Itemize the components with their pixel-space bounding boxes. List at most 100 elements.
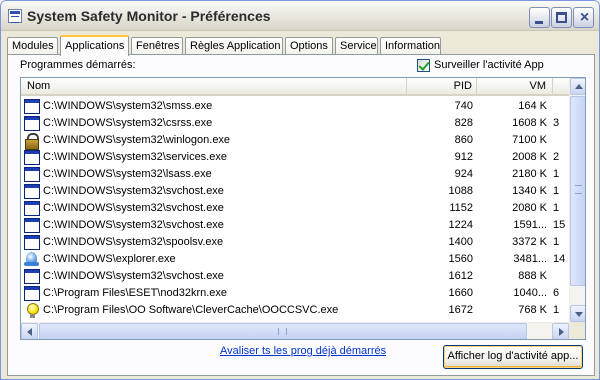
list-item[interactable]: C:\WINDOWS\system32\spoolsv.exe 1400 3372 … [21, 234, 569, 251]
arrow-right-icon [559, 328, 564, 336]
program-pid: 1560 [448, 253, 473, 265]
window-title: System Safety Monitor - Préférences [27, 8, 271, 24]
scroll-left-button[interactable] [21, 323, 38, 339]
window-icon [24, 150, 40, 165]
list-item[interactable]: C:\WINDOWS\system32\svchost.exe 1088 1340 … [21, 183, 569, 200]
list-rows: C:\WINDOWS\system32\smss.exe 740 164 K C:\W… [21, 98, 569, 322]
approve-started-programs-link[interactable]: Avaliser ts les prog déjà démarrés [220, 345, 386, 357]
list-item[interactable]: C:\WINDOWS\system32\svchost.exe 1224 1591.… [21, 217, 569, 234]
window-icon [24, 167, 40, 182]
program-path: C:\Program Files\ESET\nod32krn.exe [43, 287, 228, 299]
list-item[interactable]: C:\WINDOWS\system32\smss.exe 740 164 K [21, 98, 569, 115]
checkbox-checked-icon[interactable] [417, 59, 430, 72]
title-bar[interactable]: System Safety Monitor - Préférences × [1, 1, 599, 31]
column-header-vm[interactable]: VM [477, 78, 553, 96]
programs-list[interactable]: Nom PID VM C:\WINDOWS\system32\smss.exe 7… [20, 77, 586, 340]
list-item[interactable]: C:\WINDOWS\system32\svchost.exe 1152 2080 … [21, 200, 569, 217]
program-extra-column: 3 [553, 117, 560, 129]
program-pid: 828 [454, 117, 473, 129]
column-header-extra[interactable] [553, 78, 569, 96]
tab-information[interactable]: Information [380, 37, 441, 55]
list-item[interactable]: C:\WINDOWS\system32\lsass.exe 924 2180 K 1 [21, 166, 569, 183]
scroll-up-button[interactable] [570, 78, 585, 95]
minimize-button[interactable] [529, 7, 550, 28]
horizontal-scroll-thumb[interactable] [39, 323, 527, 339]
window-icon [24, 218, 40, 233]
program-pid: 1672 [448, 304, 473, 316]
program-path: C:\WINDOWS\system32\svchost.exe [43, 185, 224, 197]
close-button[interactable]: × [573, 7, 594, 28]
program-extra-column: 1 [553, 202, 560, 214]
preferences-window: System Safety Monitor - Préférences × Mo… [0, 0, 600, 380]
close-icon: × [579, 9, 590, 26]
window-icon [24, 116, 40, 131]
program-path: C:\WINDOWS\system32\lsass.exe [43, 168, 212, 180]
vertical-scrollbar[interactable] [569, 78, 585, 322]
lock-icon [24, 133, 40, 150]
list-item[interactable]: C:\WINDOWS\explorer.exe 1560 3481... 14 [21, 251, 569, 268]
program-extra-column: 6 [553, 287, 560, 299]
program-extra-column: 15 [553, 219, 566, 231]
tab-applications[interactable]: Applications [60, 35, 129, 56]
program-path: C:\WINDOWS\system32\spoolsv.exe [43, 236, 224, 248]
scroll-down-button[interactable] [570, 305, 585, 322]
program-path: C:\WINDOWS\system32\svchost.exe [43, 202, 224, 214]
window-icon [24, 235, 40, 250]
list-item[interactable]: C:\Program Files\OO Software\CleverCache… [21, 302, 569, 319]
programs-label: Programmes démarrés: [20, 59, 136, 71]
program-path: C:\WINDOWS\system32\services.exe [43, 151, 227, 163]
program-vm: 1340 K [512, 185, 547, 197]
program-extra-column: 2 [553, 151, 560, 163]
program-vm: 3481... [513, 253, 547, 265]
list-item[interactable]: C:\WINDOWS\system32\csrss.exe 828 1608 K 3 [21, 115, 569, 132]
list-item[interactable]: C:\WINDOWS\system32\services.exe 912 2008 … [21, 149, 569, 166]
arrow-up-icon [575, 84, 583, 89]
program-path: C:\WINDOWS\system32\svchost.exe [43, 270, 224, 282]
program-extra-column: 1 [553, 168, 560, 180]
program-vm: 768 K [518, 304, 547, 316]
arrow-down-icon [575, 312, 583, 317]
program-pid: 740 [454, 100, 473, 112]
horizontal-scrollbar[interactable] [21, 322, 569, 339]
tab-fenetres[interactable]: Fenêtres [131, 37, 183, 55]
column-header-pid[interactable]: PID [407, 78, 477, 96]
program-vm: 1591... [513, 219, 547, 231]
list-item[interactable]: C:\WINDOWS\system32\svchost.exe 1612 888 K [21, 268, 569, 285]
bulb-icon [24, 303, 40, 318]
show-activity-log-button[interactable]: Afficher log d'activité app... [443, 345, 583, 369]
program-path: C:\WINDOWS\system32\smss.exe [43, 100, 213, 112]
tab-regles-application[interactable]: Règles Application [185, 37, 283, 55]
program-pid: 1612 [448, 270, 473, 282]
app-icon [8, 9, 22, 23]
maximize-button[interactable] [551, 7, 572, 28]
program-vm: 1608 K [512, 117, 547, 129]
program-vm: 164 K [518, 100, 547, 112]
program-vm: 888 K [518, 270, 547, 282]
list-item[interactable]: C:\WINDOWS\system32\winlogon.exe 860 7100 … [21, 132, 569, 150]
program-pid: 860 [454, 134, 473, 146]
program-pid: 1400 [448, 236, 473, 248]
monitor-activity-label[interactable]: Surveiller l'activité App [434, 59, 544, 71]
explorer-icon [24, 252, 40, 267]
program-pid: 1088 [448, 185, 473, 197]
program-vm: 2180 K [512, 168, 547, 180]
program-path: C:\WINDOWS\system32\csrss.exe [43, 117, 213, 129]
list-item[interactable]: C:\Program Files\ESET\nod32krn.exe 1660 10… [21, 285, 569, 302]
program-extra-column: 1 [553, 236, 560, 248]
program-pid: 1660 [448, 287, 473, 299]
applications-panel: Programmes démarrés: Surveiller l'activi… [7, 54, 595, 376]
maximize-icon [556, 12, 567, 23]
program-path: C:\WINDOWS\system32\winlogon.exe [43, 134, 231, 146]
vertical-scroll-thumb[interactable] [570, 96, 585, 286]
program-path: C:\Program Files\OO Software\CleverCache… [43, 304, 339, 316]
window-icon [24, 184, 40, 199]
program-pid: 924 [454, 168, 473, 180]
scroll-right-button[interactable] [552, 323, 569, 339]
column-header-nom[interactable]: Nom [21, 78, 407, 96]
tab-options[interactable]: Options [285, 37, 333, 55]
program-extra-column: 1 [553, 185, 560, 197]
tab-service[interactable]: Service [335, 37, 378, 55]
list-header: Nom PID VM [21, 78, 569, 96]
arrow-left-icon [27, 328, 32, 336]
tab-modules[interactable]: Modules [7, 37, 58, 55]
